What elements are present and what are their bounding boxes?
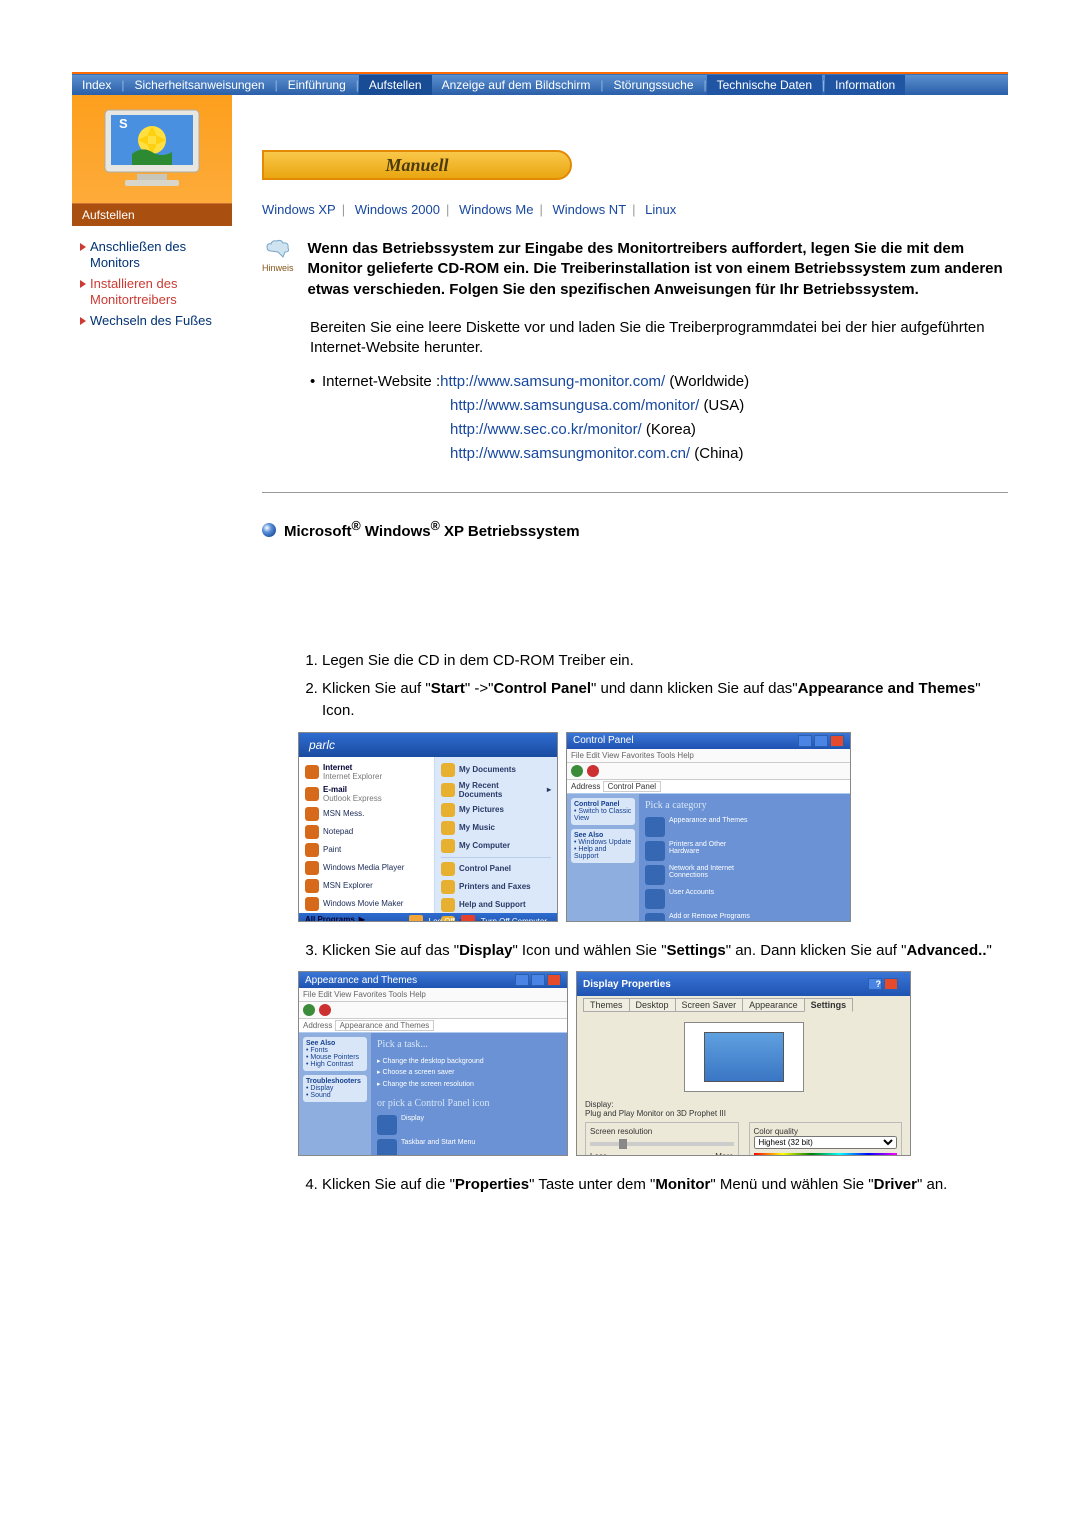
sidebar: S Aufstellen Anschließen des Monitors In…	[72, 95, 232, 1202]
nav-display[interactable]: Anzeige auf dem Bildschirm	[432, 78, 601, 92]
screenshot-row-1: parlc InternetInternet Explorer E-mailOu…	[298, 732, 1008, 922]
os-links: Windows XP| Windows 2000| Windows Me| Wi…	[262, 202, 1008, 217]
os-link-me[interactable]: Windows Me	[459, 202, 533, 217]
screenshot-start-menu: parlc InternetInternet Explorer E-mailOu…	[298, 732, 558, 922]
step-1: Legen Sie die CD in dem CD-ROM Treiber e…	[322, 650, 1008, 672]
nav-safety[interactable]: Sicherheitsanweisungen	[124, 78, 274, 92]
site-link-worldwide[interactable]: http://www.samsung-monitor.com/	[440, 370, 665, 394]
os-link-2000[interactable]: Windows 2000	[355, 202, 440, 217]
arrow-icon	[80, 280, 86, 288]
prepare-text: Bereiten Sie eine leere Diskette vor und…	[310, 318, 1008, 359]
nav-intro[interactable]: Einführung	[278, 78, 356, 92]
screenshot-display-properties: Display Properties? ThemesDesktopScreen …	[576, 971, 911, 1156]
sidebar-item-stand[interactable]: Wechseln des Fußes	[80, 310, 224, 332]
hinweis-icon: Hinweis	[262, 239, 294, 300]
top-nav: Index| Sicherheitsanweisungen| Einführun…	[72, 74, 1008, 95]
main-content: Manuell Windows XP| Windows 2000| Window…	[232, 95, 1008, 1202]
site-link-usa[interactable]: http://www.samsungusa.com/monitor/	[450, 394, 699, 418]
nav-index[interactable]: Index	[72, 78, 121, 92]
hinweis-text: Wenn das Betriebssystem zur Eingabe des …	[308, 239, 1008, 300]
os-link-nt[interactable]: Windows NT	[552, 202, 626, 217]
bullet-icon	[262, 523, 276, 537]
svg-text:S: S	[119, 116, 128, 131]
section-heading-xp: Microsoft® Windows® XP Betriebssystem	[262, 519, 1008, 540]
sidebar-tab-label: Aufstellen	[72, 203, 232, 226]
os-link-linux[interactable]: Linux	[645, 202, 676, 217]
step-2: Klicken Sie auf "Start" ->"Control Panel…	[322, 678, 1008, 722]
site-link-china[interactable]: http://www.samsungmonitor.com.cn/	[450, 442, 690, 466]
step-3: Klicken Sie auf das "Display" Icon und w…	[322, 940, 1008, 962]
screenshot-control-panel: Control Panel File Edit View Favorites T…	[566, 732, 851, 922]
sidebar-item-connect[interactable]: Anschließen des Monitors	[80, 236, 224, 273]
nav-info[interactable]: Information	[825, 75, 905, 95]
nav-trouble[interactable]: Störungssuche	[603, 78, 703, 92]
sidebar-item-install[interactable]: Installieren des Monitortreibers	[80, 273, 224, 310]
screenshot-row-2: Appearance and Themes File Edit View Fav…	[298, 971, 1008, 1156]
step-4: Klicken Sie auf die "Properties" Taste u…	[322, 1174, 1008, 1196]
nav-setup[interactable]: Aufstellen	[359, 75, 432, 95]
arrow-icon	[80, 317, 86, 325]
arrow-icon	[80, 243, 86, 251]
manuell-heading: Manuell	[262, 150, 572, 180]
site-link-korea[interactable]: http://www.sec.co.kr/monitor/	[450, 418, 642, 442]
nav-tech[interactable]: Technische Daten	[707, 75, 822, 95]
screenshot-appearance-themes: Appearance and Themes File Edit View Fav…	[298, 971, 568, 1156]
os-link-xp[interactable]: Windows XP	[262, 202, 336, 217]
monitor-illustration: S	[72, 95, 232, 203]
website-list: •Internet-Website : http://www.samsung-m…	[310, 370, 1008, 466]
